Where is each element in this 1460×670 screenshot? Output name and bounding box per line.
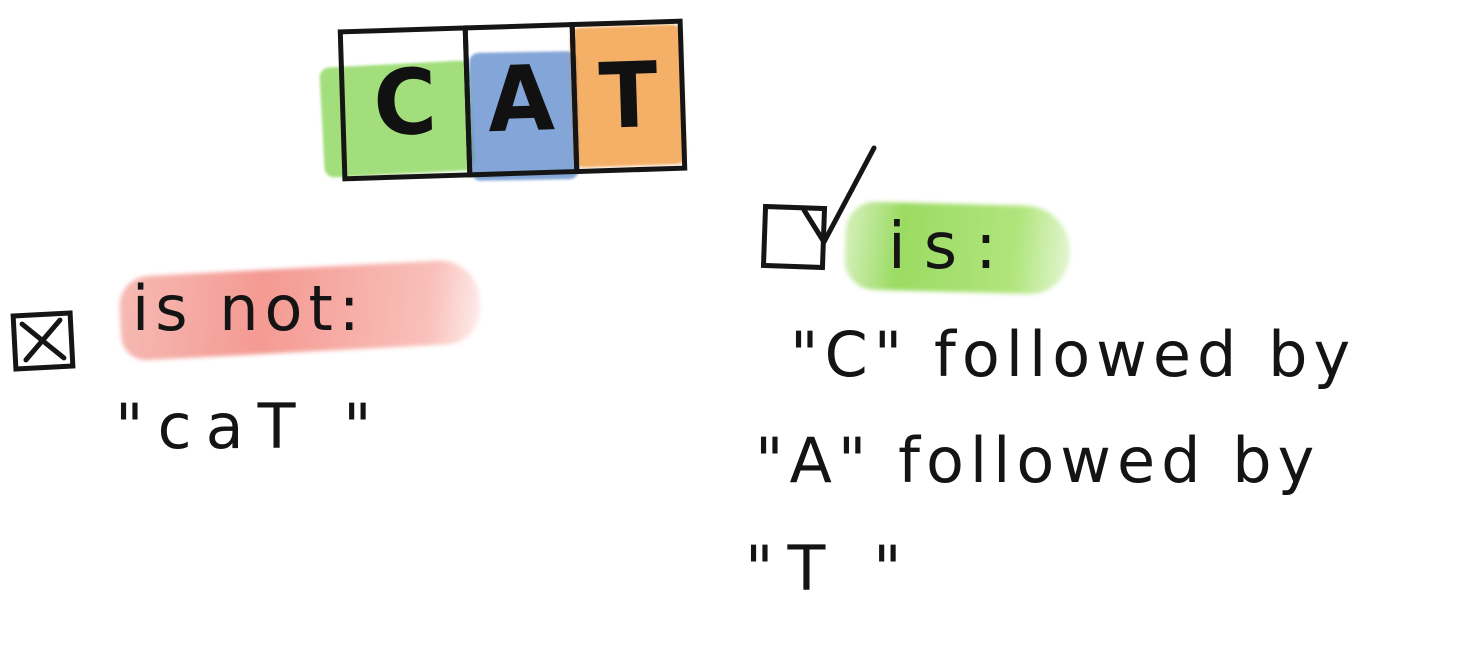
letter-tile-a: A <box>462 22 580 178</box>
is-line-3: "T " <box>745 532 916 605</box>
is-line-1: "C" followed by <box>790 318 1357 391</box>
is-line-2: "A" followed by <box>755 424 1321 497</box>
crossed-checkbox-icon <box>10 310 76 372</box>
checkmark-icon <box>801 145 877 245</box>
is-not-example: "caT " <box>115 390 386 463</box>
letter-c: C <box>371 49 439 157</box>
letter-tile-c: C <box>337 25 473 182</box>
is-label: is: <box>888 210 1015 284</box>
cat-boxes: C A T <box>337 18 688 182</box>
letter-a: A <box>486 46 556 154</box>
letter-t: T <box>597 42 660 150</box>
is-not-label: is not: <box>132 272 366 345</box>
letter-tile-t: T <box>569 18 688 175</box>
